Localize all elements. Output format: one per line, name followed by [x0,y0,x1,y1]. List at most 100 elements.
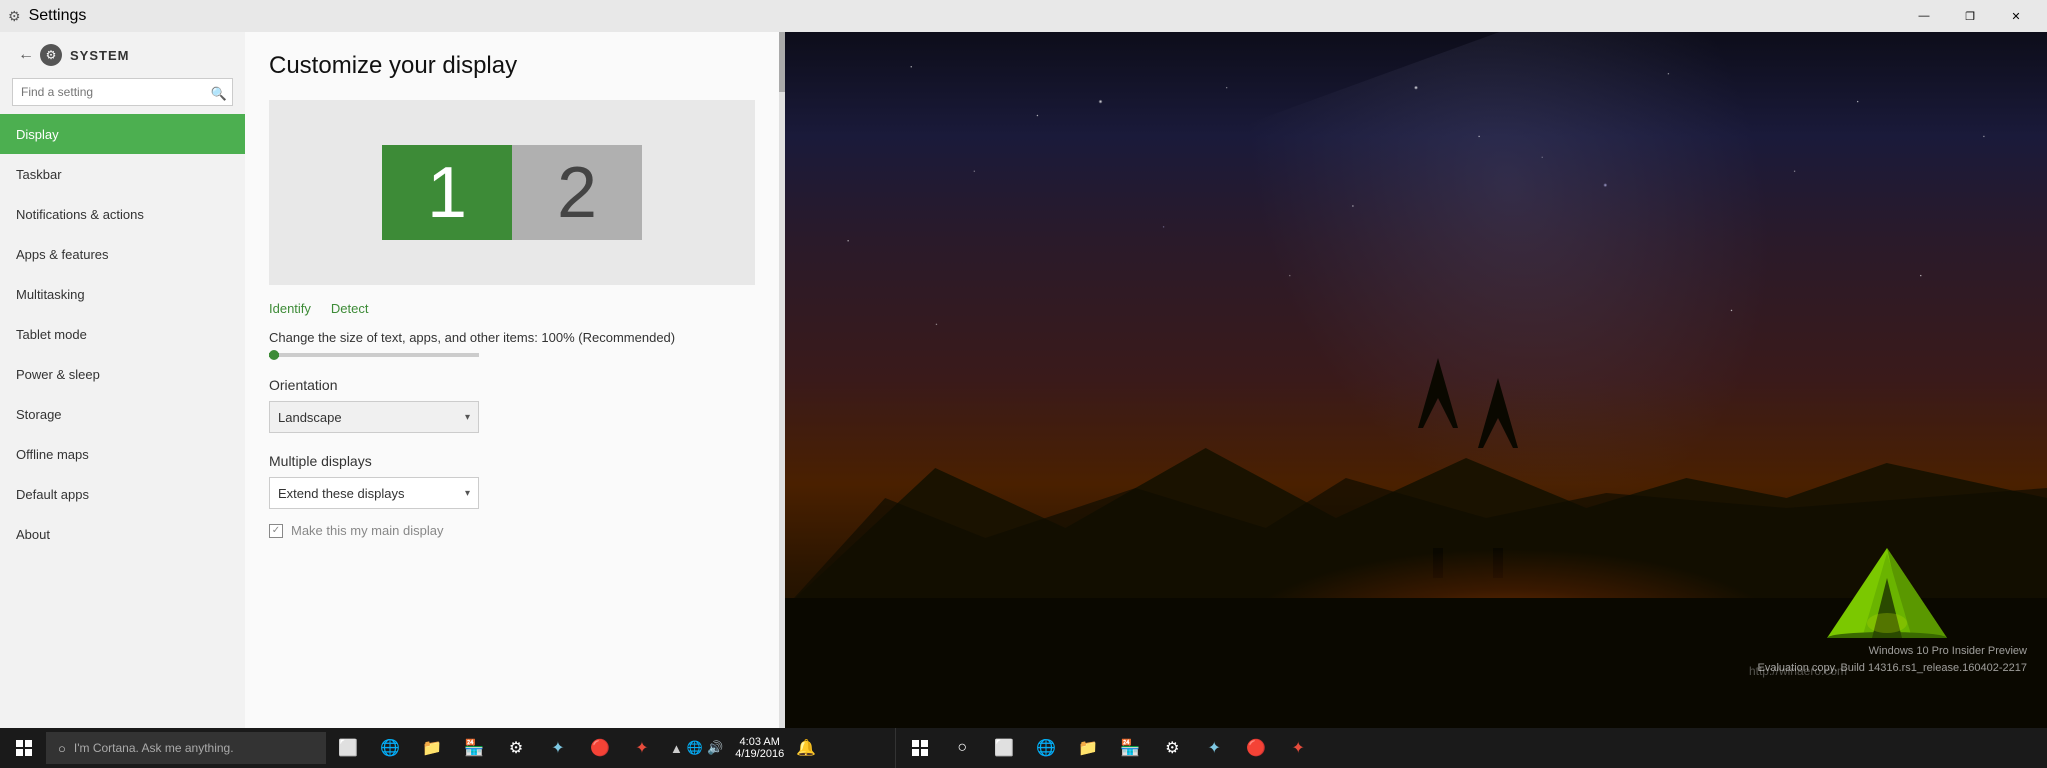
desktop-area: http://winaero.com Windows 10 Pro Inside… [785,32,2047,728]
orientation-title: Orientation [269,377,755,393]
tent-illustration [1827,548,1947,638]
display-monitor-2[interactable]: 2 [512,145,642,240]
windows-store-button[interactable]: 🏪 [454,728,494,768]
sidebar-item-multitasking[interactable]: Multitasking [0,274,245,314]
sidebar-item-apps[interactable]: Apps & features [0,234,245,274]
close-button[interactable]: ✕ [1993,0,2039,32]
identify-button[interactable]: Identify [269,301,311,316]
sidebar-item-tablet[interactable]: Tablet mode [0,314,245,354]
orientation-arrow-icon: ▾ [465,412,470,423]
cortana-right-button[interactable]: ○ [942,728,982,768]
clock-widget[interactable]: 4:03 AM 4/19/2016 [727,736,792,760]
display-preview: 1 2 [269,100,755,285]
taskbar: ○ I'm Cortana. Ask me anything. ⬜ 🌐 📁 🏪 … [0,728,2047,768]
notification-center-button[interactable]: 🔔 [792,728,820,768]
desktop-wallpaper: http://winaero.com Windows 10 Pro Inside… [785,32,2047,728]
app2-right-button[interactable]: 🔴 [1236,728,1276,768]
title-bar: ⚙ Settings — ❐ ✕ [0,0,2047,32]
settings-icon: ⚙ [8,8,21,25]
network-icon[interactable]: 🌐 [687,740,703,756]
task-view-icon: ⬜ [338,738,358,758]
sidebar-item-taskbar[interactable]: Taskbar [0,154,245,194]
app3-right-button[interactable]: ✦ [1278,728,1318,768]
edge-right-button[interactable]: 🌐 [1026,728,1066,768]
main-display-checkbox[interactable]: ✓ [269,524,283,538]
sidebar-item-power[interactable]: Power & sleep [0,354,245,394]
sidebar-item-taskbar-label: Taskbar [16,167,62,182]
explorer-right-button[interactable]: 📁 [1068,728,1108,768]
display-2-number: 2 [557,152,597,234]
back-button[interactable]: ← [12,40,40,70]
maximize-button[interactable]: ❐ [1947,0,1993,32]
app1-button[interactable]: ✦ [538,728,578,768]
main-display-row: ✓ Make this my main display [269,523,755,538]
cortana-search-text: I'm Cortana. Ask me anything. [74,741,234,755]
windows-logo-icon [16,740,32,756]
file-explorer-button[interactable]: 📁 [412,728,452,768]
windows-logo-right-icon [912,740,928,756]
sidebar-header: ← ⚙ SYSTEM [0,32,245,74]
store-icon: 🏪 [464,738,484,758]
checkbox-check-icon: ✓ [272,525,280,536]
volume-icon[interactable]: 🔊 [707,740,723,756]
sidebar-item-display[interactable]: Display [0,114,245,154]
app1-icon: ✦ [551,738,564,758]
display-1-number: 1 [427,152,467,234]
main-display-label: Make this my main display [291,523,443,538]
sidebar-item-storage[interactable]: Storage [0,394,245,434]
settings-right-icon: ⚙ [1165,738,1179,758]
settings-taskbar-button[interactable]: ⚙ [496,728,536,768]
scale-slider[interactable] [269,353,479,357]
identify-detect-row: Identify Detect [269,301,755,316]
sidebar-item-offline-label: Offline maps [16,447,89,462]
start-button-right[interactable] [900,728,940,768]
minimize-button[interactable]: — [1901,0,1947,32]
slider-thumb[interactable] [269,350,279,360]
find-setting-input[interactable] [12,78,233,106]
detect-button[interactable]: Detect [331,301,369,316]
start-button[interactable] [4,728,44,768]
title-bar-left: ⚙ Settings [8,7,86,25]
taskbar-right-monitor: ○ ⬜ 🌐 📁 🏪 ⚙ ✦ 🔴 ✦ [895,728,2047,768]
task-view-right-button[interactable]: ⬜ [984,728,1024,768]
orientation-dropdown[interactable]: Landscape ▾ [269,401,479,433]
app2-button[interactable]: 🔴 [580,728,620,768]
sidebar-item-default[interactable]: Default apps [0,474,245,514]
system-title: SYSTEM [70,48,129,63]
edge-browser-button[interactable]: 🌐 [370,728,410,768]
settings-content: Customize your display 1 2 Identify Dete… [245,32,785,558]
task-view-button[interactable]: ⬜ [328,728,368,768]
sidebar-item-offline[interactable]: Offline maps [0,434,245,474]
find-search-icon: 🔍 [211,86,227,102]
orientation-section: Orientation Landscape ▾ [269,377,755,433]
tree-silhouettes [1378,348,1578,578]
system-tray-left: ▲ 🌐 🔊 4:03 AM 4/19/2016 🔔 [666,728,895,768]
notification-center-icon: 🔔 [796,738,816,758]
display-monitor-1[interactable]: 1 [382,145,512,240]
cortana-search-bar[interactable]: ○ I'm Cortana. Ask me anything. [46,732,326,764]
app2-right-icon: 🔴 [1246,738,1266,758]
title-bar-title: Settings [29,7,87,25]
orientation-value: Landscape [278,410,342,425]
sidebar-item-multitasking-label: Multitasking [16,287,85,302]
settings-panel: Customize your display 1 2 Identify Dete… [245,32,785,728]
app3-right-icon: ✦ [1292,738,1305,758]
sidebar-item-apps-label: Apps & features [16,247,109,262]
app1-right-button[interactable]: ✦ [1194,728,1234,768]
settings-right-button[interactable]: ⚙ [1152,728,1192,768]
app1-right-icon: ✦ [1208,738,1221,758]
store-right-button[interactable]: 🏪 [1110,728,1150,768]
notification-area-icon[interactable]: ▲ [670,741,683,756]
settings-taskbar-icon: ⚙ [509,738,523,758]
sidebar-item-tablet-label: Tablet mode [16,327,87,342]
cortana-right-icon: ○ [957,739,967,757]
sidebar-nav: Display Taskbar Notifications & actions … [0,114,245,728]
sidebar-item-display-label: Display [16,127,59,142]
sidebar-item-notifications[interactable]: Notifications & actions [0,194,245,234]
multiple-displays-dropdown[interactable]: Extend these displays ▾ [269,477,479,509]
taskbar-left-section: ○ I'm Cortana. Ask me anything. ⬜ 🌐 📁 🏪 … [0,728,666,768]
app3-button[interactable]: ✦ [622,728,662,768]
sidebar-item-about[interactable]: About [0,514,245,554]
store-right-icon: 🏪 [1120,738,1140,758]
build-info: Windows 10 Pro Insider Preview Evaluatio… [1758,643,2028,678]
